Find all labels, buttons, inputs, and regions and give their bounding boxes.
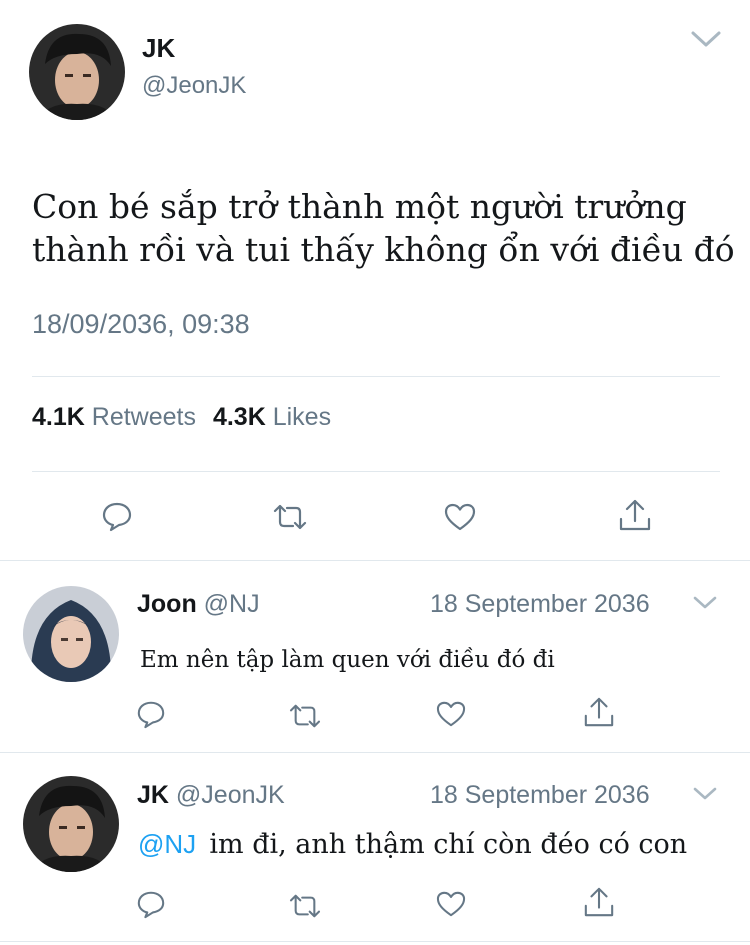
reply-icon[interactable] bbox=[136, 699, 166, 729]
tweet-timestamp[interactable]: 18/09/2036, 09:38 bbox=[32, 309, 250, 340]
mention-link[interactable]: @NJ bbox=[138, 829, 196, 859]
reply-header: JK @JeonJK bbox=[137, 781, 285, 810]
divider bbox=[32, 471, 720, 472]
share-icon[interactable] bbox=[583, 695, 615, 729]
reply-author-name[interactable]: JK bbox=[137, 781, 169, 809]
reply-icon[interactable] bbox=[136, 889, 166, 919]
reply-body: @NJ im đi, anh thậm chí còn đéo có con bbox=[138, 829, 687, 860]
share-icon[interactable] bbox=[583, 885, 615, 919]
reply-author-handle[interactable]: @JeonJK bbox=[176, 781, 285, 809]
retweet-icon[interactable] bbox=[287, 892, 323, 920]
reply-avatar[interactable] bbox=[23, 776, 119, 872]
divider bbox=[0, 752, 750, 753]
reply-author-handle[interactable]: @NJ bbox=[204, 590, 260, 618]
like-icon[interactable] bbox=[436, 890, 466, 918]
divider bbox=[0, 941, 750, 942]
like-label: Likes bbox=[272, 403, 332, 431]
reply-text: Em nên tập làm quen với điều đó đi bbox=[140, 647, 555, 673]
author-avatar[interactable] bbox=[29, 24, 125, 120]
like-icon[interactable] bbox=[444, 502, 476, 532]
divider bbox=[32, 376, 720, 377]
retweet-stat[interactable]: 4.1K Retweets bbox=[32, 403, 203, 431]
chevron-down-icon[interactable] bbox=[692, 594, 718, 612]
like-stat[interactable]: 4.3K Likes bbox=[213, 403, 331, 431]
share-icon[interactable] bbox=[618, 497, 652, 533]
tweet-text-line-1: Con bé sắp trở thành một người trưởng bbox=[32, 187, 687, 226]
reply-author-name[interactable]: Joon bbox=[137, 590, 197, 618]
reply-date[interactable]: 18 September 2036 bbox=[430, 781, 650, 810]
reply-text: im đi, anh thậm chí còn đéo có con bbox=[209, 829, 688, 860]
tweet-text-line-2: thành rồi và tui thấy không ổn với điều … bbox=[32, 230, 735, 269]
divider bbox=[0, 560, 750, 561]
like-icon[interactable] bbox=[436, 700, 466, 728]
author-name[interactable]: JK bbox=[142, 33, 175, 64]
chevron-down-icon[interactable] bbox=[692, 785, 718, 803]
reply-icon[interactable] bbox=[101, 500, 133, 532]
reply-avatar[interactable] bbox=[23, 586, 119, 682]
retweet-count: 4.1K bbox=[32, 403, 85, 431]
like-count: 4.3K bbox=[212, 403, 266, 431]
retweet-icon[interactable] bbox=[271, 502, 309, 532]
retweet-icon[interactable] bbox=[287, 702, 323, 730]
tweet-stats: 4.1K Retweets 4.3K Likes bbox=[32, 403, 331, 432]
author-handle[interactable]: @JeonJK bbox=[142, 72, 246, 100]
reply-header: Joon @NJ bbox=[137, 590, 260, 619]
reply-date[interactable]: 18 September 2036 bbox=[430, 590, 650, 619]
chevron-down-icon[interactable] bbox=[690, 30, 722, 50]
retweet-label: Retweets bbox=[91, 403, 196, 431]
